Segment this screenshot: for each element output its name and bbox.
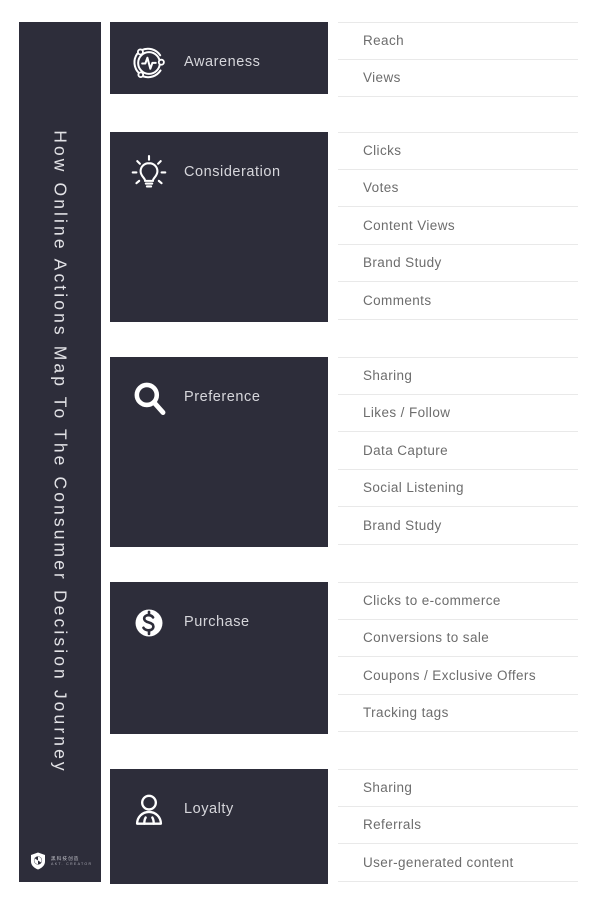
metric-row[interactable]: Content Views: [338, 207, 578, 245]
stage-label: Awareness: [184, 54, 261, 70]
stage-card-consideration[interactable]: Consideration: [110, 132, 328, 322]
stage-label: Preference: [184, 389, 261, 405]
metric-row[interactable]: Conversions to sale: [338, 620, 578, 657]
page-title: How Online Actions Map To The Consumer D…: [50, 130, 71, 774]
metric-row[interactable]: Referrals: [338, 807, 578, 844]
metric-label: Clicks: [363, 143, 402, 159]
metric-label: Social Listening: [363, 480, 464, 496]
metric-row[interactable]: User-generated content: [338, 844, 578, 882]
journey-stages: Awareness Reach Views Consideration Clicks Vo…: [110, 22, 578, 884]
metric-row[interactable]: Brand Study: [338, 507, 578, 545]
metric-row[interactable]: Reach: [338, 22, 578, 60]
metric-row[interactable]: Clicks to e-commerce: [338, 582, 578, 620]
stage-metric-list: Reach Views: [338, 22, 578, 97]
lightbulb-icon: [128, 152, 170, 194]
stage-label: Purchase: [184, 614, 250, 630]
metric-row[interactable]: Views: [338, 60, 578, 97]
pulse-circle-icon: [128, 42, 170, 84]
metric-label: Sharing: [363, 368, 413, 384]
metric-label: Content Views: [363, 217, 456, 233]
brand-logo-text: 黑科技创造 AKT. CREATOR: [51, 856, 92, 866]
metric-row[interactable]: Clicks: [338, 132, 578, 170]
metric-label: Clicks to e-commerce: [363, 593, 501, 609]
metric-row[interactable]: Sharing: [338, 357, 578, 395]
metric-row[interactable]: Votes: [338, 170, 578, 207]
title-sidebar: How Online Actions Map To The Consumer D…: [19, 22, 101, 882]
metric-label: Likes / Follow: [363, 405, 451, 421]
metric-label: Comments: [363, 292, 432, 308]
stage-metric-list: Sharing Referrals User-generated content: [338, 769, 578, 882]
metric-row[interactable]: Social Listening: [338, 470, 578, 507]
shield-camera-logo-icon: [31, 852, 45, 870]
metric-row[interactable]: Brand Study: [338, 245, 578, 282]
metric-row[interactable]: Comments: [338, 282, 578, 320]
stage-card-purchase[interactable]: Purchase: [110, 582, 328, 734]
metric-label: Tracking tags: [363, 705, 449, 721]
brand-logo: 黑科技创造 AKT. CREATOR: [30, 852, 92, 870]
metric-label: Data Capture: [363, 442, 449, 458]
stage-card-loyalty[interactable]: Loyalty: [110, 769, 328, 884]
metric-row[interactable]: Likes / Follow: [338, 395, 578, 432]
metric-label: Votes: [363, 180, 399, 196]
stage-label: Loyalty: [184, 801, 234, 817]
stage-metric-list: Sharing Likes / Follow Data Capture Social …: [338, 357, 578, 545]
magnifier-icon: [128, 377, 170, 419]
dollar-coin-icon: [128, 602, 170, 644]
metric-label: Brand Study: [363, 517, 442, 533]
stage-card-awareness[interactable]: Awareness: [110, 22, 328, 94]
metric-label: Conversions to sale: [363, 630, 490, 646]
metric-label: User-generated content: [363, 854, 514, 870]
stage-metric-list: Clicks Votes Content Views Brand Study Comme…: [338, 132, 578, 320]
metric-label: Sharing: [363, 780, 413, 796]
stage-label: Consideration: [184, 164, 281, 180]
brand-name-cn: 黑科技创造: [51, 856, 80, 861]
metric-label: Coupons / Exclusive Offers: [363, 667, 536, 683]
metric-row[interactable]: Coupons / Exclusive Offers: [338, 657, 578, 695]
metric-label: Views: [363, 70, 401, 86]
metric-label: Brand Study: [363, 255, 442, 271]
metric-row[interactable]: Tracking tags: [338, 695, 578, 732]
stage-metric-list: Clicks to e-commerce Conversions to sale C…: [338, 582, 578, 732]
metric-row[interactable]: Data Capture: [338, 432, 578, 470]
metric-row[interactable]: Sharing: [338, 769, 578, 807]
metric-label: Referrals: [363, 817, 422, 833]
user-person-icon: [128, 789, 170, 831]
brand-name-en: AKT. CREATOR: [51, 862, 93, 866]
stage-card-preference[interactable]: Preference: [110, 357, 328, 547]
metric-label: Reach: [363, 33, 405, 49]
